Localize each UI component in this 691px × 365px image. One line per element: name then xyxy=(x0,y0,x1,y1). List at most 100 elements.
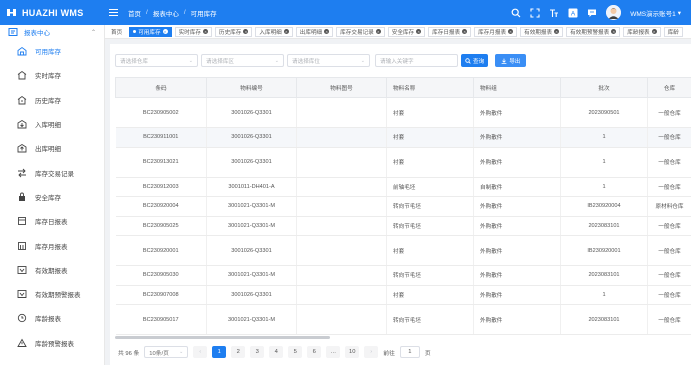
page-button[interactable]: 5 xyxy=(288,346,303,358)
tab[interactable]: 可用库存 × xyxy=(129,26,172,37)
close-icon[interactable]: × xyxy=(508,29,514,34)
table-cell: BC230913021 xyxy=(115,147,207,178)
table-cell xyxy=(296,196,387,217)
search-icon[interactable] xyxy=(511,8,521,18)
tab[interactable]: 库存交易记录 × xyxy=(336,26,385,37)
table-cell: 转向节毛坯 xyxy=(386,265,474,286)
close-icon[interactable]: × xyxy=(283,29,289,34)
expiry-report-icon xyxy=(17,265,27,275)
close-icon[interactable]: × xyxy=(162,29,168,34)
fullscreen-icon[interactable] xyxy=(530,7,540,18)
close-icon[interactable]: × xyxy=(462,29,468,34)
message-icon[interactable] xyxy=(587,8,597,18)
sidebar-section-header[interactable]: 报表中心 ⌃ xyxy=(0,25,104,39)
tab[interactable]: 历史库存 × xyxy=(214,26,253,37)
avatar[interactable] xyxy=(606,5,622,20)
tab[interactable]: 有效期预警报表 × xyxy=(566,26,621,37)
close-icon[interactable]: × xyxy=(554,29,560,34)
query-button[interactable]: 查询 xyxy=(461,54,489,67)
breadcrumb-report-center[interactable]: 报表中心 xyxy=(153,8,179,18)
sidebar-item[interactable]: 历史库存 xyxy=(0,88,104,112)
tab[interactable]: 库存日报表 × xyxy=(428,26,472,37)
table-row[interactable]: BC230911001 3001026-Q3301 衬套 外购散件 1 一般仓库 xyxy=(115,127,691,148)
breadcrumb-home[interactable]: 首页 xyxy=(128,8,141,18)
table-cell xyxy=(296,216,387,236)
column-header-batch[interactable]: 批次 xyxy=(560,77,648,98)
sidebar-item[interactable]: 实时库存 xyxy=(0,63,104,87)
language-icon[interactable]: A xyxy=(568,8,578,18)
tab[interactable]: 首页 xyxy=(107,26,127,37)
table-row[interactable]: BC230920001 3001026-Q3301 衬套 外购散件 IB23092000… xyxy=(115,235,691,266)
column-header-drawing-no[interactable]: 物料图号 xyxy=(296,77,387,98)
menu-toggle-icon[interactable] xyxy=(109,8,118,17)
column-header-barcode[interactable]: 条码 xyxy=(115,77,207,98)
user-menu[interactable]: WMS演示账号1 ▾ xyxy=(630,8,681,18)
sidebar-item[interactable]: 可用库存 xyxy=(0,39,104,63)
close-icon[interactable]: × xyxy=(611,29,617,34)
table-row[interactable]: BC230907008 3001026-Q3301 衬套 外购散件 1 一般仓库 xyxy=(115,285,691,305)
location-select[interactable]: 请选择库位 ⌄ xyxy=(287,54,370,67)
page-button[interactable]: 2 xyxy=(231,346,246,358)
font-size-icon[interactable] xyxy=(549,8,559,18)
warehouse-select[interactable]: 请选择仓库 ⌄ xyxy=(115,54,198,67)
sidebar-item[interactable]: 安全库存 xyxy=(0,185,104,209)
table-row[interactable]: BC230920004 3001021-Q3301-M 转向节毛坯 外购散件 IB230… xyxy=(115,196,691,217)
tab[interactable]: 有效期报表 × xyxy=(520,26,564,37)
page-button[interactable]: 3 xyxy=(250,346,265,358)
tab[interactable]: 入库明细 × xyxy=(255,26,293,37)
tab-bar: 首页 可用库存 × 实时库存 × 历史库存 × 入库明细 × 出库明细 × 库存交易记录 × 安全库存 × 库… xyxy=(105,25,691,39)
page-button[interactable]: 10 xyxy=(345,346,360,358)
column-header-material-group[interactable]: 物料组 xyxy=(473,77,561,98)
table-row[interactable]: BC230905017 3001021-Q3301-M 转向节毛坯 外购散件 20230… xyxy=(115,304,691,335)
table-row[interactable]: BC230905025 3001021-Q3301-M 转向节毛坯 外购散件 20230… xyxy=(115,216,691,236)
close-icon[interactable]: × xyxy=(416,29,422,34)
table-row[interactable]: BC230912003 3001011-DH401-A 前轴毛坯 自制散件 1 一般仓库 xyxy=(115,177,691,197)
table-cell: 一般仓库 xyxy=(647,216,691,236)
sidebar-item[interactable]: 库存月报表 xyxy=(0,233,104,257)
sidebar-item[interactable]: 库存日报表 xyxy=(0,209,104,233)
next-page-button[interactable]: › xyxy=(364,346,379,358)
sidebar-item-label: 历史库存 xyxy=(35,97,61,105)
zone-select[interactable]: 请选择库区 ⌄ xyxy=(201,54,284,67)
sidebar-item[interactable]: 库龄报表 xyxy=(0,306,104,330)
warehouse-select-placeholder: 请选择仓库 xyxy=(120,58,148,65)
sidebar-item[interactable]: 有效期预警报表 xyxy=(0,282,104,306)
column-header-material-code[interactable]: 物料编号 xyxy=(206,77,297,98)
page-button[interactable]: … xyxy=(326,346,341,358)
tab[interactable]: 安全库存 × xyxy=(387,26,426,37)
keyword-input[interactable]: 请输入关键字 xyxy=(375,54,458,67)
tab[interactable]: 出库明细 × xyxy=(295,26,334,37)
close-icon[interactable]: × xyxy=(324,29,330,34)
tab[interactable]: 库龄报表 × xyxy=(623,26,661,37)
export-button[interactable]: 导出 xyxy=(495,54,527,67)
sidebar-item[interactable]: 库龄预警报表 xyxy=(0,331,104,355)
sidebar-item[interactable]: 出库明细 xyxy=(0,136,104,160)
close-icon[interactable]: × xyxy=(651,29,657,34)
table-cell: 外购散件 xyxy=(473,97,561,128)
page-button[interactable]: 4 xyxy=(269,346,284,358)
goto-page-input[interactable]: 1 xyxy=(399,346,420,358)
tab[interactable]: 实时库存 × xyxy=(174,26,212,37)
sidebar-item[interactable]: 库存交易记录 xyxy=(0,160,104,184)
sidebar-item[interactable]: 入库明细 xyxy=(0,112,104,136)
close-icon[interactable]: × xyxy=(375,29,381,34)
tab-label: 可用库存 xyxy=(138,29,161,36)
column-header-warehouse[interactable]: 仓库 xyxy=(647,77,691,98)
horizontal-scrollbar[interactable] xyxy=(115,336,330,339)
prev-page-button[interactable]: ‹ xyxy=(193,346,208,358)
close-icon[interactable]: × xyxy=(202,29,208,34)
goto-page-value: 1 xyxy=(408,349,412,355)
page-button[interactable]: 1 xyxy=(212,346,227,358)
page-button[interactable]: 6 xyxy=(307,346,322,358)
page-size-select[interactable]: 10条/页 ⌄ xyxy=(144,346,189,358)
table-row[interactable]: BC230905030 3001021-Q3301-M 转向节毛坯 外购散件 20230… xyxy=(115,265,691,286)
tab[interactable]: 库存月报表 × xyxy=(474,26,518,37)
table-cell: 转向节毛坯 xyxy=(386,304,474,335)
tab[interactable]: 库龄 xyxy=(663,26,683,37)
table-row[interactable]: BC230913021 3001026-Q3301 衬套 外购散件 1 一般仓库 xyxy=(115,147,691,178)
table-cell xyxy=(296,147,387,178)
sidebar-item[interactable]: 有效期报表 xyxy=(0,258,104,282)
close-icon[interactable]: × xyxy=(243,29,249,34)
column-header-material-name[interactable]: 物料名称 xyxy=(386,77,474,98)
table-row[interactable]: BC230905002 3001026-Q3301 衬套 外购散件 2023090501… xyxy=(115,97,691,128)
